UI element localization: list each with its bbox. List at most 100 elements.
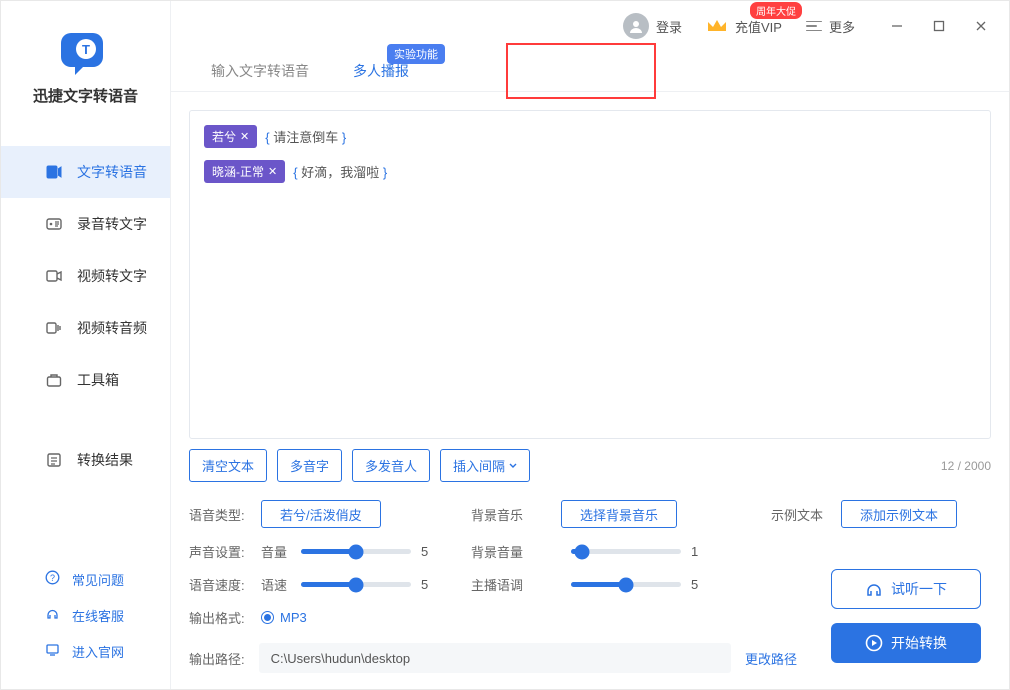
nav-toolbox[interactable]: 工具箱: [1, 354, 170, 406]
more-label: 更多: [829, 17, 855, 36]
play-circle-icon: [865, 634, 883, 652]
close-icon[interactable]: ✕: [240, 130, 249, 143]
voice-tag-label: 晓涵-正常: [212, 163, 264, 180]
bg-music-label: 背景音乐: [471, 505, 561, 524]
speed-slider[interactable]: 语速 5: [261, 575, 471, 594]
nav-label: 转换结果: [77, 450, 133, 470]
tone-slider[interactable]: 5: [561, 577, 771, 592]
topbar: 登录 充值VIP 周年大促 更多: [171, 1, 1009, 51]
insert-pause-button[interactable]: 插入间隔: [440, 449, 530, 482]
tabs: 输入文字转语音 多人播报 实验功能: [171, 51, 1009, 92]
line-text: { 请注意倒车 }: [265, 127, 346, 146]
login-button[interactable]: 登录: [613, 6, 692, 46]
voice-type-label: 语音类型:: [189, 505, 261, 524]
clear-text-button[interactable]: 清空文本: [189, 449, 267, 482]
voice-tag[interactable]: 若兮 ✕: [204, 125, 257, 148]
avatar-icon: [623, 13, 649, 39]
speed-row-label: 语音速度:: [189, 575, 261, 594]
nav-video-to-audio[interactable]: 视频转音频: [1, 302, 170, 354]
bg-volume-slider[interactable]: 1: [561, 544, 771, 559]
sidebar-bottom: ? 常见问题 在线客服 进入官网: [1, 561, 170, 689]
chevron-down-icon: [509, 462, 517, 470]
app-title: 迅捷文字转语音: [1, 85, 170, 106]
radio-icon: [261, 611, 274, 624]
login-label: 登录: [656, 17, 682, 36]
vip-badge: 周年大促: [750, 2, 802, 19]
editor-line: 若兮 ✕ { 请注意倒车 }: [204, 125, 976, 148]
more-button[interactable]: 更多: [796, 6, 865, 46]
faq-link[interactable]: ? 常见问题: [1, 561, 170, 597]
vip-button[interactable]: 充值VIP 周年大促: [696, 6, 792, 46]
nav-label: 视频转文字: [77, 266, 147, 286]
start-convert-button[interactable]: 开始转换: [831, 623, 981, 663]
audio-to-text-icon: [45, 215, 63, 233]
sound-settings-label: 声音设置:: [189, 542, 261, 561]
nav-audio-to-text[interactable]: 录音转文字: [1, 198, 170, 250]
output-path-input[interactable]: [259, 643, 731, 673]
voice-type-select[interactable]: 若兮/活泼俏皮: [261, 500, 381, 528]
nav-results[interactable]: 转换结果: [1, 434, 170, 486]
bottom-label: 进入官网: [72, 642, 124, 661]
editor-toolbar: 清空文本 多音字 多发音人 插入间隔 12 / 2000: [189, 449, 991, 482]
tab-label: 输入文字转语音: [211, 61, 309, 81]
tone-label: 主播语调: [471, 575, 561, 594]
bg-volume-label: 背景音量: [471, 542, 561, 561]
editor-line: 晓涵-正常 ✕ { 好滴，我溜啦 }: [204, 160, 976, 183]
voice-tag[interactable]: 晓涵-正常 ✕: [204, 160, 285, 183]
window-controls: [877, 6, 1001, 46]
nav-text-to-speech[interactable]: 文字转语音: [1, 146, 170, 198]
toolbox-icon: [45, 371, 63, 389]
crown-icon: [706, 16, 728, 36]
svg-text:?: ?: [50, 573, 55, 583]
help-icon: ?: [45, 570, 60, 588]
headset-icon: [865, 581, 883, 597]
headset-icon: [45, 606, 60, 624]
format-label: 输出格式:: [189, 608, 261, 627]
nav-label: 视频转音频: [77, 318, 147, 338]
bottom-label: 在线客服: [72, 606, 124, 625]
video-to-audio-icon: [45, 319, 63, 337]
close-button[interactable]: [961, 6, 1001, 46]
nav-video-to-text[interactable]: 视频转文字: [1, 250, 170, 302]
minimize-button[interactable]: [877, 6, 917, 46]
volume-slider[interactable]: 音量 5: [261, 542, 471, 561]
example-text-button[interactable]: 添加示例文本: [841, 500, 957, 528]
website-link[interactable]: 进入官网: [1, 633, 170, 669]
line-text: { 好滴，我溜啦 }: [293, 162, 387, 181]
support-link[interactable]: 在线客服: [1, 597, 170, 633]
multi-speaker-button[interactable]: 多发音人: [352, 449, 430, 482]
text-to-speech-icon: [45, 163, 63, 181]
app-logo-icon: T: [61, 25, 111, 75]
bottom-label: 常见问题: [72, 570, 124, 589]
monitor-icon: [45, 642, 60, 660]
action-buttons: 试听一下 开始转换: [831, 569, 981, 663]
voice-tag-label: 若兮: [212, 128, 236, 145]
tab-input-tts[interactable]: 输入文字转语音: [189, 51, 331, 91]
char-count: 12 / 2000: [941, 459, 991, 473]
highlight-box: [506, 43, 656, 99]
vip-label: 充值VIP: [735, 17, 782, 36]
editor-area[interactable]: 若兮 ✕ { 请注意倒车 } 晓涵-正常 ✕ { 好滴，我溜啦 }: [189, 110, 991, 439]
main: 登录 充值VIP 周年大促 更多 输入文字转语音 多人播报 实验功能: [171, 1, 1009, 689]
bg-music-select[interactable]: 选择背景音乐: [561, 500, 677, 528]
change-path-link[interactable]: 更改路径: [745, 649, 797, 668]
nav-list: 文字转语音 录音转文字 视频转文字 视频转音频 工具箱 转换结果: [1, 146, 170, 561]
menu-icon: [806, 21, 822, 32]
path-label: 输出路径:: [189, 649, 245, 668]
preview-button[interactable]: 试听一下: [831, 569, 981, 609]
nav-label: 文字转语音: [77, 162, 147, 182]
polyphone-button[interactable]: 多音字: [277, 449, 342, 482]
video-to-text-icon: [45, 267, 63, 285]
tab-multi-speaker[interactable]: 多人播报 实验功能: [331, 51, 431, 91]
logo-area: T 迅捷文字转语音: [1, 1, 170, 122]
nav-label: 录音转文字: [77, 214, 147, 234]
maximize-button[interactable]: [919, 6, 959, 46]
tab-label: 多人播报: [353, 61, 409, 81]
sidebar: T 迅捷文字转语音 文字转语音 录音转文字 视频转文字 视频转音频 工具箱 转换…: [1, 1, 171, 689]
tab-badge: 实验功能: [387, 44, 445, 64]
nav-label: 工具箱: [77, 370, 119, 390]
format-radio[interactable]: MP3: [261, 610, 471, 625]
example-label: 示例文本: [771, 505, 841, 524]
close-icon[interactable]: ✕: [268, 165, 277, 178]
results-icon: [45, 451, 63, 469]
